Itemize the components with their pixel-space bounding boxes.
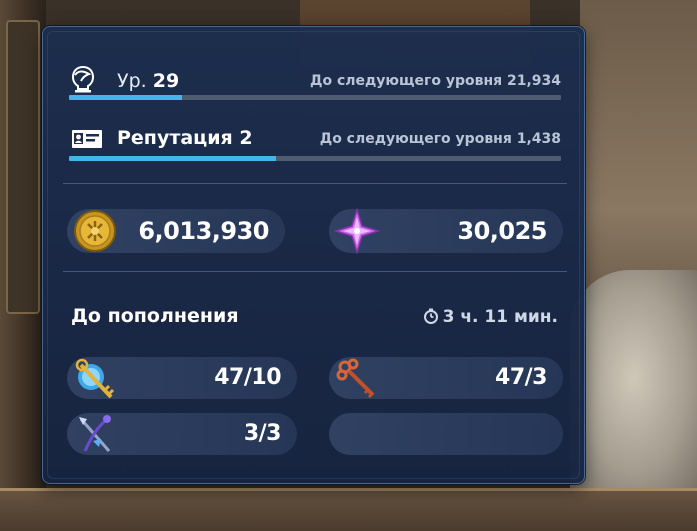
empty-stamina-slot	[329, 413, 563, 455]
reputation-next-text: До следующего уровня 1,438	[319, 131, 561, 147]
reputation-progress-fill	[69, 156, 276, 161]
level-value: 29	[152, 70, 180, 92]
crossed-weapons-icon	[79, 415, 111, 452]
crystal-amount: 30,025	[457, 217, 547, 245]
bronze-key-icon	[336, 358, 375, 399]
player-status-panel: Ур. 29 До следующего уровня 21,934 Репут…	[42, 26, 585, 484]
refill-time-value: 3 ч. 11 мин.	[442, 307, 558, 327]
level-row: Ур. 29 До следующего уровня 21,934	[69, 65, 561, 100]
level-label: Ур. 29	[117, 70, 180, 92]
bronze-key-stamina-pill[interactable]: 47/3	[329, 357, 563, 399]
stopwatch-icon	[423, 308, 438, 324]
id-card-icon	[72, 130, 102, 148]
reputation-row: Репутация 2 До следующего уровня 1,438	[69, 125, 561, 165]
character-head-icon	[71, 65, 95, 93]
level-progress-bar	[69, 95, 561, 100]
reputation-label: Репутация 2	[117, 127, 253, 149]
gold-coin-icon	[74, 210, 116, 252]
divider	[63, 271, 567, 272]
gold-currency-pill[interactable]: 6,013,930	[67, 209, 285, 253]
bronze-key-count: 47/3	[495, 365, 547, 390]
gold-amount: 6,013,930	[138, 217, 269, 245]
refill-label: До пополнения	[71, 305, 239, 327]
gold-key-orb-icon	[75, 358, 115, 399]
reputation-progress-bar	[69, 156, 561, 161]
level-progress-fill	[69, 95, 183, 100]
gold-key-stamina-pill[interactable]: 47/10	[67, 357, 297, 399]
level-next-text: До следующего уровня 21,934	[309, 73, 561, 89]
weapons-stamina-pill[interactable]: 3/3	[67, 413, 297, 455]
refill-timer: 3 ч. 11 мин.	[423, 307, 558, 327]
purple-crystal-icon	[333, 207, 381, 255]
divider	[63, 183, 567, 184]
gold-key-count: 47/10	[214, 365, 281, 390]
weapons-count: 3/3	[243, 421, 282, 446]
crystal-currency-pill[interactable]: 30,025	[329, 207, 563, 255]
